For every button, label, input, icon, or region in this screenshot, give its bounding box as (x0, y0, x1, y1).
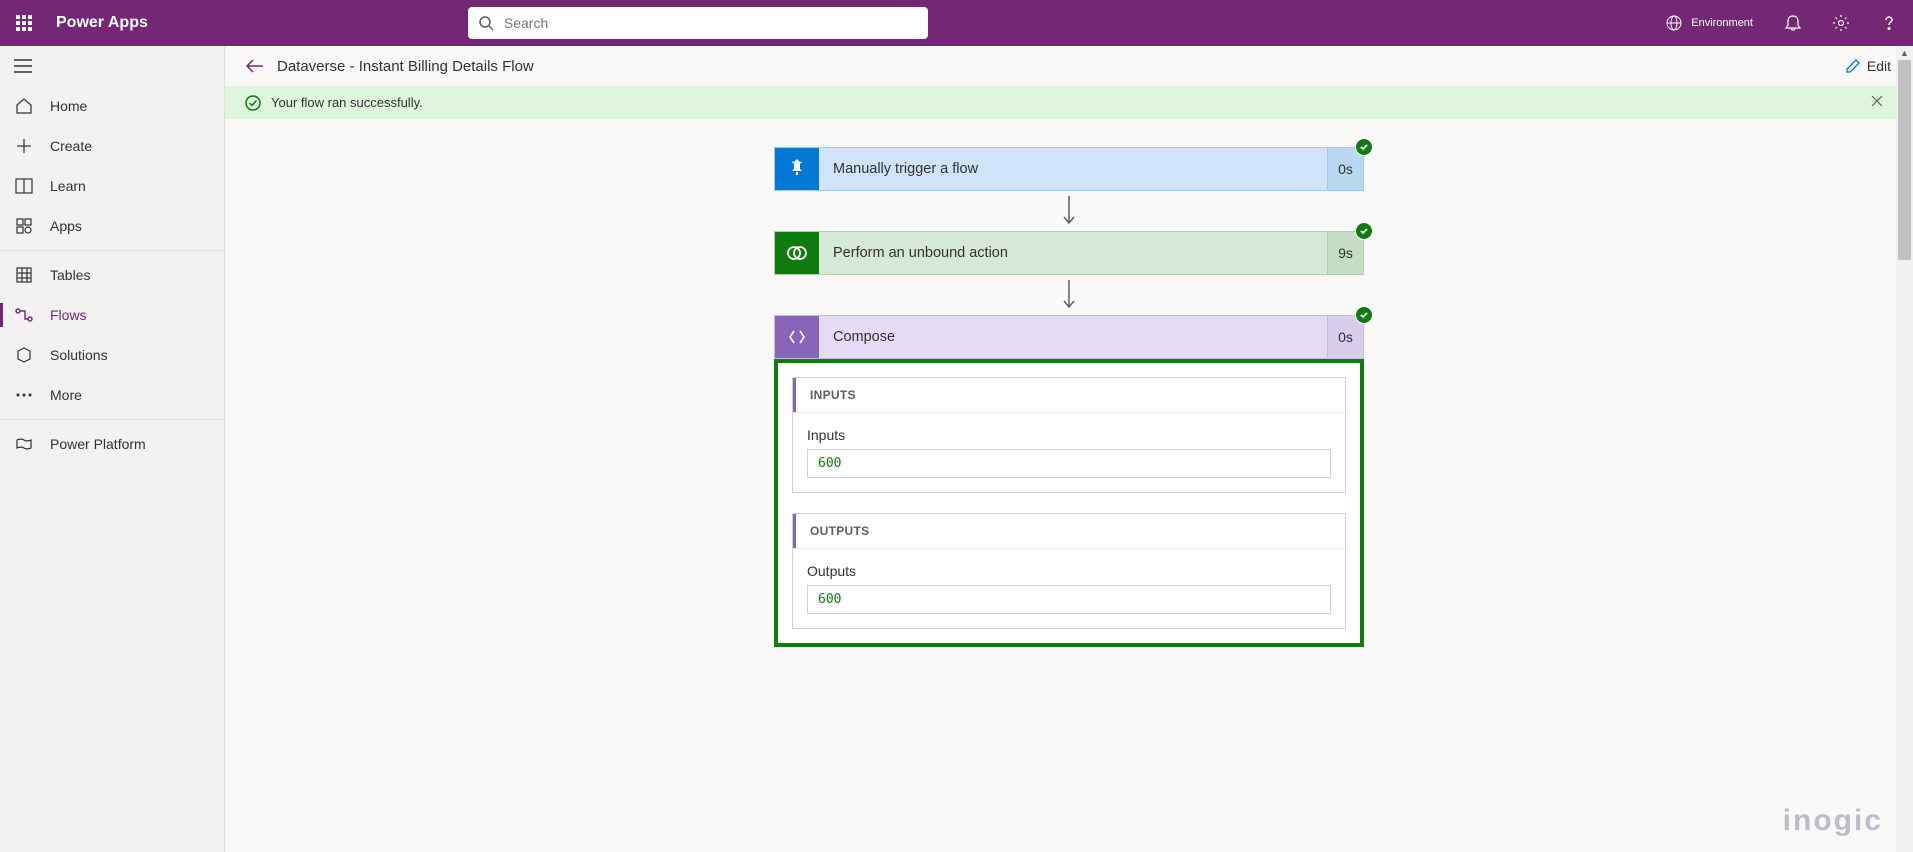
app-title: Power Apps (56, 14, 148, 32)
page-toolbar: Dataverse - Instant Billing Details Flow… (225, 46, 1913, 86)
home-icon (15, 97, 33, 115)
help-button[interactable] (1865, 0, 1913, 46)
back-button[interactable] (239, 50, 271, 82)
step-title: Compose (819, 316, 1327, 358)
main-content: Dataverse - Instant Billing Details Flow… (225, 46, 1913, 852)
waffle-icon (16, 15, 32, 31)
vertical-scrollbar[interactable]: ▲ (1896, 46, 1913, 852)
success-banner: Your flow ran successfully. (225, 86, 1913, 119)
help-icon (1880, 14, 1898, 32)
hamburger-icon (14, 59, 32, 73)
sidebar-toggle[interactable] (0, 46, 224, 86)
sidebar-divider (0, 419, 224, 420)
step-duration: 9s (1327, 232, 1363, 274)
sidebar-item-learn[interactable]: Learn (0, 166, 224, 206)
inputs-header: INPUTS (793, 378, 1345, 412)
sidebar: Home Create Learn Apps Tables Flows Solu… (0, 46, 225, 852)
flow-icon (15, 308, 33, 322)
pencil-icon (1845, 58, 1861, 74)
solutions-icon (16, 347, 32, 363)
sidebar-item-power-platform[interactable]: Power Platform (0, 424, 224, 464)
step-title: Manually trigger a flow (819, 148, 1327, 190)
dataverse-icon (786, 242, 808, 264)
check-icon (1359, 142, 1369, 152)
check-icon (1359, 310, 1369, 320)
globe-icon (1665, 14, 1683, 32)
search-box[interactable] (468, 7, 928, 39)
sidebar-item-label: Tables (50, 267, 90, 283)
trigger-icon (786, 158, 808, 180)
sidebar-divider (0, 250, 224, 251)
environment-label: Environment (1691, 17, 1753, 29)
arrow-down-icon (1061, 196, 1077, 226)
outputs-header: OUTPUTS (793, 514, 1345, 548)
sidebar-item-apps[interactable]: Apps (0, 206, 224, 246)
step-title: Perform an unbound action (819, 232, 1327, 274)
inputs-value: 600 (807, 449, 1331, 478)
gear-icon (1832, 14, 1850, 32)
sidebar-item-label: Home (50, 98, 87, 114)
breadcrumb: Dataverse - Instant Billing Details Flow (277, 58, 534, 75)
sidebar-item-label: Learn (50, 178, 86, 194)
compose-details: INPUTS Inputs 600 OUTPUTS Outputs 600 (774, 359, 1364, 647)
flow-step-compose[interactable]: Compose 0s (774, 315, 1364, 359)
environment-picker[interactable]: Environment (1649, 0, 1769, 46)
sidebar-item-label: More (50, 387, 82, 403)
sidebar-item-home[interactable]: Home (0, 86, 224, 126)
header-right: Environment (1649, 0, 1913, 46)
table-icon (16, 267, 32, 283)
outputs-value: 600 (807, 585, 1331, 614)
success-message: Your flow ran successfully. (271, 95, 423, 110)
watermark: inogic (1783, 804, 1883, 838)
book-icon (15, 178, 33, 194)
scroll-thumb[interactable] (1898, 60, 1911, 260)
flow-connector (774, 191, 1364, 231)
close-icon (1871, 95, 1883, 107)
global-header: Power Apps Environment (0, 0, 1913, 46)
plus-icon (16, 138, 32, 154)
sidebar-item-flows[interactable]: Flows (0, 295, 224, 335)
notifications-button[interactable] (1769, 0, 1817, 46)
outputs-block: OUTPUTS Outputs 600 (792, 513, 1346, 629)
search-icon (478, 15, 494, 31)
flow-canvas: Manually trigger a flow 0s Perform an un… (225, 119, 1913, 852)
edit-label: Edit (1867, 58, 1891, 74)
scroll-up-button[interactable]: ▲ (1896, 46, 1913, 60)
apps-icon (16, 218, 32, 234)
sidebar-item-label: Apps (50, 218, 82, 234)
step-success-badge (1355, 306, 1373, 324)
sidebar-item-label: Create (50, 138, 92, 154)
check-icon (1359, 226, 1369, 236)
arrow-down-icon (1061, 280, 1077, 310)
step-duration: 0s (1327, 316, 1363, 358)
inputs-block: INPUTS Inputs 600 (792, 377, 1346, 493)
sidebar-item-label: Power Platform (50, 436, 146, 452)
sidebar-item-more[interactable]: More (0, 375, 224, 415)
search-input[interactable] (504, 15, 918, 31)
step-success-badge (1355, 138, 1373, 156)
sidebar-item-create[interactable]: Create (0, 126, 224, 166)
sidebar-item-tables[interactable]: Tables (0, 255, 224, 295)
flow-step-trigger[interactable]: Manually trigger a flow 0s (774, 147, 1364, 191)
settings-button[interactable] (1817, 0, 1865, 46)
inputs-label: Inputs (807, 427, 1331, 443)
edit-button[interactable]: Edit (1837, 58, 1899, 74)
more-icon (16, 393, 32, 397)
step-success-badge (1355, 222, 1373, 240)
sidebar-item-solutions[interactable]: Solutions (0, 335, 224, 375)
compose-icon (787, 327, 807, 347)
sidebar-item-label: Flows (50, 307, 87, 323)
power-platform-icon (15, 437, 33, 451)
bell-icon (1784, 14, 1802, 32)
step-duration: 0s (1327, 148, 1363, 190)
flow-step-unbound-action[interactable]: Perform an unbound action 9s (774, 231, 1364, 275)
arrow-left-icon (246, 59, 264, 73)
banner-close-button[interactable] (1871, 95, 1893, 110)
app-launcher-button[interactable] (0, 0, 48, 46)
check-circle-icon (245, 95, 261, 111)
flow-connector (774, 275, 1364, 315)
sidebar-item-label: Solutions (50, 347, 108, 363)
outputs-label: Outputs (807, 563, 1331, 579)
